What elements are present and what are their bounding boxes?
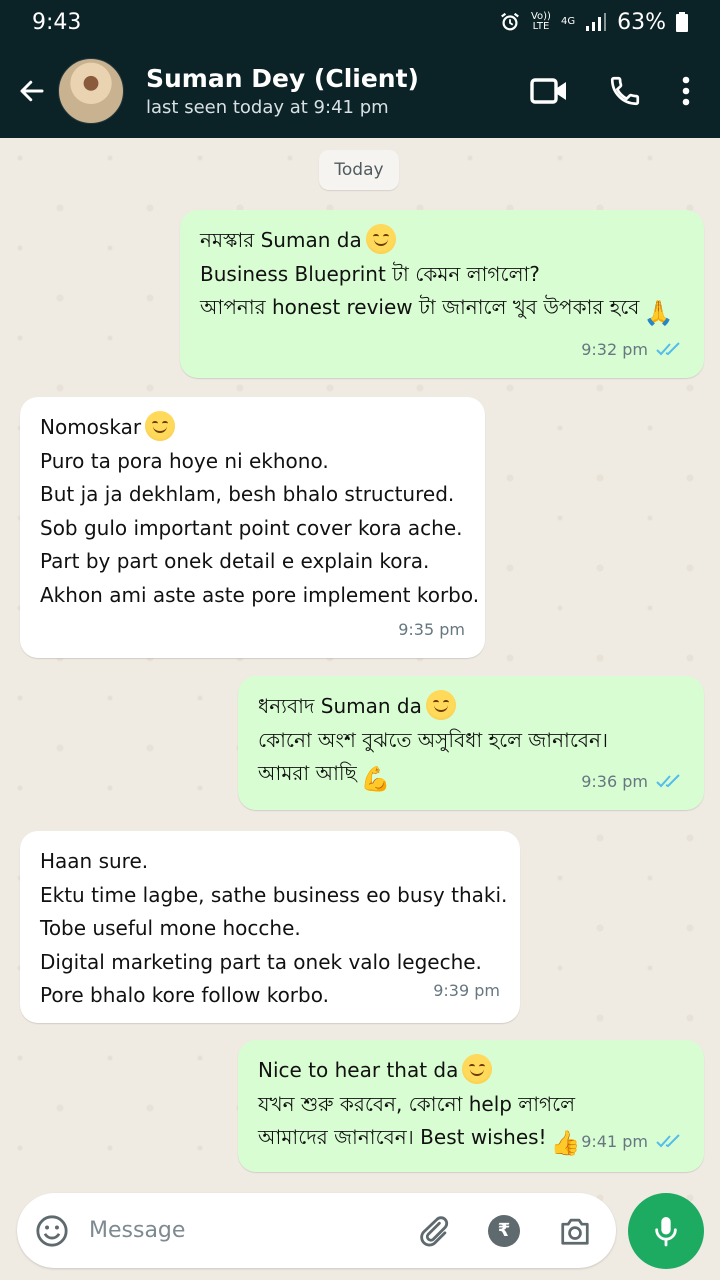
message-time: 9:35 pm [398, 619, 465, 639]
outgoing-message[interactable]: Nice to hear that da যখন শুরু করবেন, কোন… [238, 1040, 704, 1172]
message-line: Sob gulo important point cover kora ache… [40, 515, 463, 540]
more-options-icon[interactable] [682, 76, 690, 106]
incoming-message[interactable]: Nomoskar Puro ta pora hoye ni ekhono. Bu… [20, 397, 485, 658]
message-meta: 9:35 pm [398, 613, 465, 647]
smiling-face-emoji [145, 411, 176, 441]
date-chip: Today [319, 150, 399, 190]
network-type: 4G [560, 16, 576, 27]
battery-icon [676, 12, 688, 32]
attachment-icon[interactable] [416, 1214, 450, 1248]
back-button[interactable] [6, 76, 58, 106]
microphone-icon [655, 1217, 677, 1247]
message-line: আপনার honest review টা জানালে খুব উপকার … [200, 291, 704, 328]
message-text: আমরা আছি [258, 761, 357, 785]
double-check-read-icon [656, 1134, 680, 1148]
message-line: কোনো অংশ বুঝতে অসুবিধা হলে জানাবেন। [258, 727, 609, 752]
battery-percent: 63% [617, 9, 666, 35]
message-text: আপনার honest review টা জানালে খুব উপকার … [200, 295, 640, 319]
message-line: Akhon ami aste aste pore implement korbo… [40, 582, 480, 607]
smiling-face-emoji [462, 1054, 493, 1084]
voice-call-icon[interactable] [608, 74, 642, 108]
rupee-payment-icon[interactable]: ₹ [488, 1214, 520, 1247]
status-bar: 9:43 Vo)) LTE 4G 63% [0, 0, 720, 44]
message-line: ধন্যবাদ Suman da [258, 690, 704, 724]
message-line: Part by part onek detail e explain kora. [40, 549, 430, 573]
message-time: 9:41 pm [581, 1131, 648, 1151]
alarm-icon [501, 12, 519, 31]
camera-icon[interactable] [558, 1216, 592, 1246]
status-time: 9:43 [32, 9, 82, 35]
smiling-face-emoji [425, 690, 456, 720]
back-arrow-icon [20, 80, 44, 102]
volte-indicator: Vo)) LTE [531, 12, 551, 32]
double-check-read-icon [656, 774, 680, 788]
message-line: Nomoskar [40, 411, 485, 445]
video-call-icon[interactable] [530, 77, 568, 105]
message-meta: 9:36 pm [581, 765, 682, 799]
outgoing-message[interactable]: ধন্যবাদ Suman da কোনো অংশ বুঝতে অসুবিধা … [238, 676, 704, 810]
message-text: আমাদের জানাবেন। Best wishes! [258, 1125, 547, 1149]
message-text: Nomoskar [40, 415, 142, 439]
contact-avatar[interactable] [58, 58, 124, 124]
message-meta: 9:39 pm [433, 974, 500, 1008]
message-meta: 9:32 pm [581, 333, 682, 367]
message-text: নমস্কার Suman da [200, 228, 362, 252]
message-line: যখন শুরু করবেন, কোনো help লাগলে [258, 1091, 576, 1116]
voice-message-button[interactable] [628, 1193, 704, 1269]
message-line: Tobe useful mone hocche. [40, 916, 301, 940]
emoji-icon[interactable] [35, 1214, 69, 1248]
message-line: Haan sure. [40, 849, 149, 873]
message-time: 9:32 pm [581, 339, 648, 359]
volte-bottom: LTE [532, 21, 550, 32]
flexed-biceps-emoji: 💪 [360, 765, 391, 793]
message-line: Business Blueprint টা কেমন লাগলো? [200, 261, 540, 286]
message-meta: 9:41 pm [581, 1125, 682, 1159]
contact-info[interactable]: Suman Dey (Client) last seen today at 9:… [146, 64, 530, 118]
message-time: 9:36 pm [581, 771, 648, 791]
message-line: Ektu time lagbe, sathe business eo busy … [40, 882, 508, 907]
message-text: ধন্যবাদ Suman da [258, 694, 422, 718]
message-time: 9:39 pm [433, 980, 500, 1000]
message-line: Puro ta pora hoye ni ekhono. [40, 448, 329, 473]
double-check-read-icon [656, 342, 680, 356]
composer-actions: ₹ [416, 1214, 592, 1248]
incoming-message[interactable]: Haan sure. Ektu time lagbe, sathe busine… [20, 831, 520, 1023]
header-actions [530, 74, 690, 108]
message-line: Nice to hear that da [258, 1054, 704, 1088]
outgoing-message[interactable]: নমস্কার Suman da Business Blueprint টা ক… [180, 210, 704, 378]
message-text: Nice to hear that da [258, 1058, 459, 1082]
status-icons: Vo)) LTE 4G 63% [499, 10, 688, 35]
signal-icon [586, 13, 607, 31]
message-line: নমস্কার Suman da [200, 224, 704, 258]
message-composer: Message ₹ [17, 1193, 616, 1268]
message-input[interactable]: Message [89, 1218, 416, 1243]
last-seen-status: last seen today at 9:41 pm [146, 97, 389, 118]
contact-name: Suman Dey (Client) [146, 64, 419, 93]
message-line: But ja ja dekhlam, besh bhalo structured… [40, 482, 455, 506]
folded-hands-emoji: 🙏 [643, 299, 674, 327]
thumbs-up-emoji: 👍 [550, 1129, 581, 1157]
smiling-face-emoji [365, 224, 396, 254]
chat-header: Suman Dey (Client) last seen today at 9:… [0, 44, 720, 138]
